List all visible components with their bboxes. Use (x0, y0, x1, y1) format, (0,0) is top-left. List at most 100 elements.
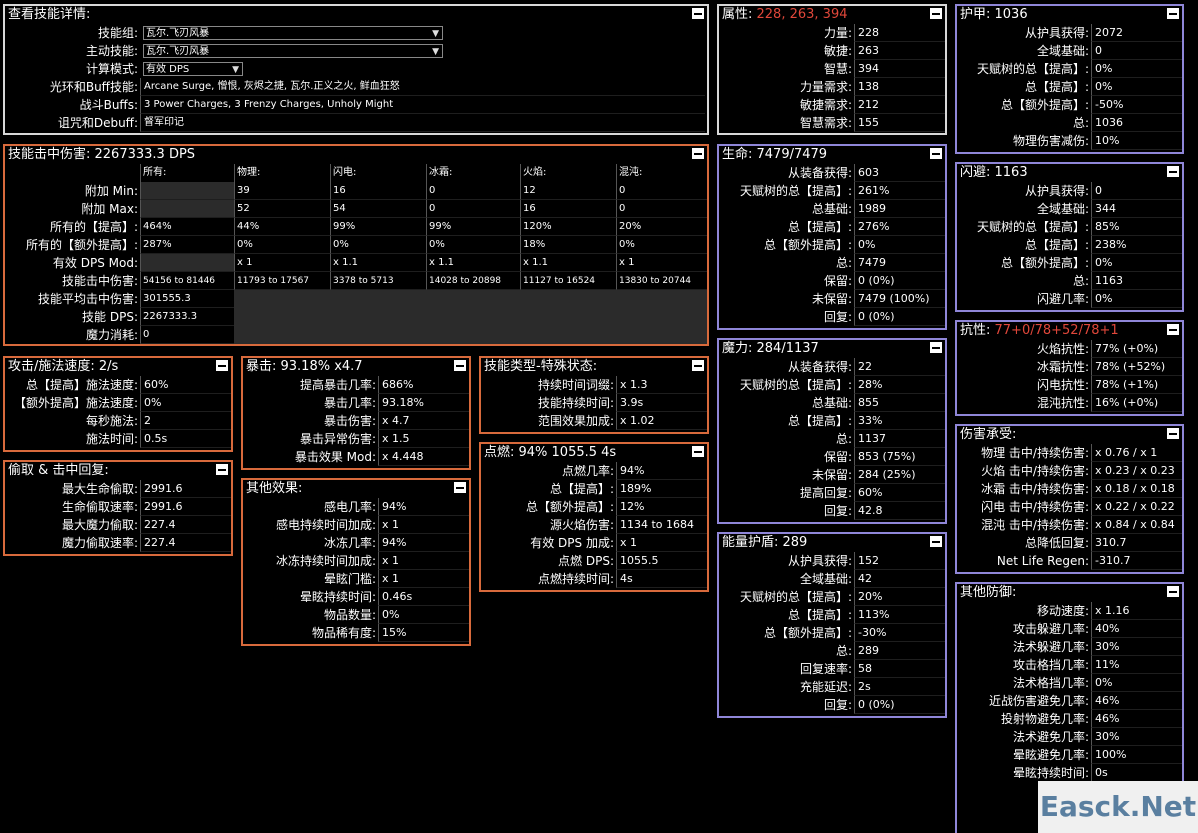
collapse-button[interactable] (930, 8, 942, 19)
stat-value: 212 (854, 96, 945, 114)
stat-label: 魔力偷取速率: (61, 536, 138, 550)
skill-type-header: 技能类型-特殊状态: (481, 358, 707, 376)
stat-label: 总【额外提高】: (1000, 256, 1089, 270)
calc-mode-select[interactable]: 有效 DPS ▼ (143, 62, 243, 76)
stat-value: 0 (1091, 182, 1182, 200)
stat-value: x 4.7 (378, 412, 469, 430)
stat-label: 冰霜抗性: (1036, 360, 1089, 374)
damage-row-label: 附加 Min: (84, 184, 138, 198)
panel-title: 魔力: 284/1137 (722, 341, 819, 356)
stat-label: 总【提高】: (787, 414, 852, 428)
damage-row-label: 技能击中伤害: (61, 274, 138, 288)
collapse-button[interactable] (216, 360, 228, 371)
stat-label: 总【提高】: (549, 482, 614, 496)
armour-header: 护甲: 1036 (957, 6, 1182, 24)
collapse-button[interactable] (454, 360, 466, 371)
stat-value: x 1.3 (616, 376, 707, 394)
stat-row: 感电持续时间加成: x 1 (243, 516, 469, 534)
damage-cell: 0% (426, 236, 520, 254)
attack-speed-header: 攻击/施法速度: 2/s (5, 358, 231, 376)
stat-value: 85% (1091, 218, 1182, 236)
damage-summary-row: 魔力消耗: 0 (5, 326, 707, 344)
stat-row: 总【提高】: 276% (719, 218, 945, 236)
stat-value: 0 (1091, 42, 1182, 60)
stat-row: 施法时间: 0.5s (5, 430, 231, 448)
mana-header: 魔力: 284/1137 (719, 340, 945, 358)
stat-label: 移动速度: (1036, 604, 1089, 618)
stat-label: 从装备获得: (787, 360, 852, 374)
collapse-button[interactable] (692, 148, 704, 159)
stat-value: x 1.16 (1091, 602, 1182, 620)
stat-row: 暴击伤害: x 4.7 (243, 412, 469, 430)
damage-cell: x 1 (234, 254, 330, 272)
stat-value: 603 (854, 164, 945, 182)
stat-row: 总: 1036 (957, 114, 1182, 132)
stat-row: 回复: 0 (0%) (719, 308, 945, 326)
collapse-button[interactable] (1167, 8, 1179, 19)
stat-row: 全域基础: 42 (719, 570, 945, 588)
stat-row: 投射物避免几率: 46% (957, 710, 1182, 728)
stat-label: 生命偷取速率: (61, 500, 138, 514)
stat-label: 晕眩门槛: (323, 572, 376, 586)
stat-label: 每秒施法: (85, 414, 138, 428)
panel-title-values: 77+0/78+52/78+1 (994, 323, 1119, 338)
active-skill-select[interactable]: 瓦尔.飞刃风暴 ▼ (143, 44, 443, 58)
collapse-button[interactable] (1167, 324, 1179, 335)
stat-label: 从护具获得: (1024, 26, 1089, 40)
collapse-button[interactable] (930, 148, 942, 159)
collapse-button[interactable] (216, 464, 228, 475)
stat-rows: 从装备获得: 22 天赋树的总【提高】: 28% 总基础: 855 总【提高】: 33% 总: 1… (719, 358, 945, 520)
calc-mode-value: 有效 DPS (146, 64, 190, 75)
panel-title: 偷取 & 击中回复: (8, 463, 109, 478)
stat-label: 投射物避免几率: (1000, 712, 1089, 726)
armour-panel: 护甲: 1036 从护具获得: 2072 全域基础: 0 天赋树的总【提高】: 0% 总【提… (955, 4, 1184, 154)
stat-value: 0% (1091, 254, 1182, 272)
damage-row-label: 附加 Max: (81, 202, 138, 216)
stat-value: 0 (0%) (854, 308, 945, 326)
stat-row: 闪避几率: 0% (957, 290, 1182, 308)
stat-rows: 总【提高】施法速度: 60% 【额外提高】施法速度: 0% 每秒施法: 2 施法时间: 0.5… (5, 376, 231, 448)
stat-value: 138 (854, 78, 945, 96)
stat-row: 总【提高】: 0% (957, 78, 1182, 96)
stat-rows: 从护具获得: 2072 全域基础: 0 天赋树的总【提高】: 0% 总【提高】: 0% 总【额外… (957, 24, 1182, 150)
stat-label: 晕眩持续时间: (1012, 766, 1089, 780)
stat-value: 228 (854, 24, 945, 42)
stat-row: 物理伤害减伤: 10% (957, 132, 1182, 150)
stat-label: 攻击格挡几率: (1012, 658, 1089, 672)
stat-row: 冰冻持续时间加成: x 1 (243, 552, 469, 570)
stat-value: 2991.6 (140, 480, 231, 498)
stat-row: 总【提高】: 238% (957, 236, 1182, 254)
curse-value: 督军印记 (140, 114, 705, 132)
stat-value: 100% (1091, 746, 1182, 764)
damage-row: 有效 DPS Mod: x 1x 1.1 x 1.1 x 1.1 x 1 (5, 254, 707, 272)
damage-cell: 16 (330, 182, 426, 200)
damage-cell: x 1.1 (520, 254, 616, 272)
stat-label: 全域基础: (1036, 202, 1089, 216)
stat-value: 289 (854, 642, 945, 660)
skill-details-header: 查看技能详情: (5, 6, 707, 24)
stat-row: 持续时间词缀: x 1.3 (481, 376, 707, 394)
stat-row: 最大魔力偷取: 227.4 (5, 516, 231, 534)
stat-label: 物理伤害减伤: (1012, 134, 1089, 148)
stat-row: 从护具获得: 152 (719, 552, 945, 570)
stat-label: 技能持续时间: (537, 396, 614, 410)
collapse-button[interactable] (692, 8, 704, 19)
damage-summary-value: 301555.3 (140, 290, 234, 308)
damage-cell: 20% (616, 218, 707, 236)
skill-group-select[interactable]: 瓦尔.飞刃风暴 ▼ (143, 26, 443, 40)
collapse-button[interactable] (1167, 166, 1179, 177)
stat-value: 2 (140, 412, 231, 430)
stat-value: 276% (854, 218, 945, 236)
stat-row: 有效 DPS 加成: x 1 (481, 534, 707, 552)
collapse-button[interactable] (692, 360, 704, 371)
collapse-button[interactable] (1167, 428, 1179, 439)
hit-damage-panel: 技能击中伤害: 2267333.3 DPS 所有: 物理: 闪电: 冰霜: 火焰… (3, 144, 709, 346)
collapse-button[interactable] (692, 446, 704, 457)
collapse-button[interactable] (930, 536, 942, 547)
collapse-button[interactable] (1167, 586, 1179, 597)
stat-label: 从装备获得: (787, 166, 852, 180)
collapse-button[interactable] (454, 482, 466, 493)
stat-value: 42.8 (854, 502, 945, 520)
stat-label: 总基础: (811, 202, 852, 216)
collapse-button[interactable] (930, 342, 942, 353)
